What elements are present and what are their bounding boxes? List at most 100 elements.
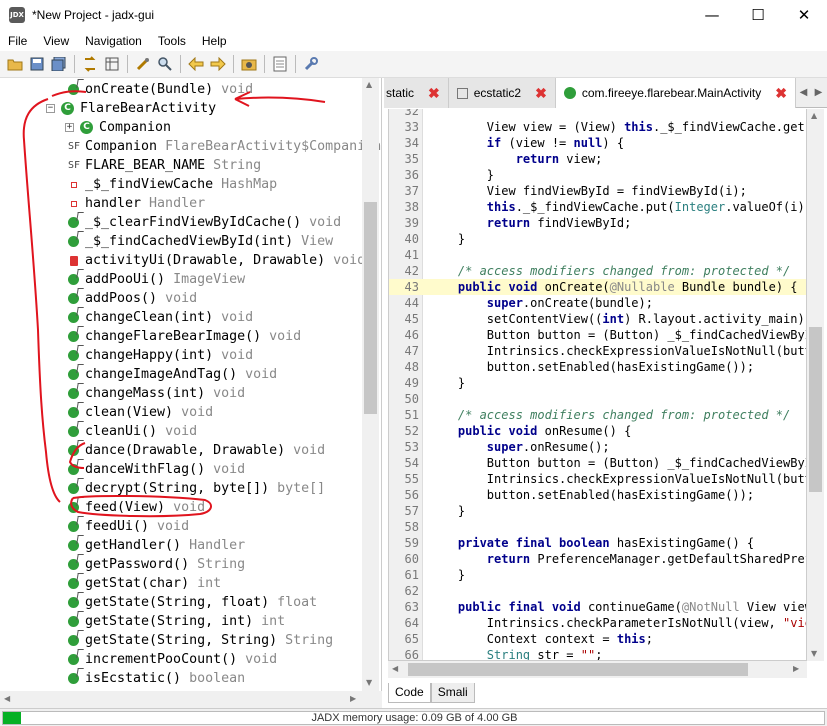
tree-node[interactable]: changeFlareBearImage() void (68, 327, 301, 346)
tree-node-type: void (221, 82, 254, 97)
code-line: 42 /* access modifiers changed from: pro… (389, 263, 806, 279)
toolbar (0, 51, 827, 78)
editor-vertical-scrollbar[interactable]: ▲ ▼ (807, 109, 824, 661)
tree-node-label: _$_findCachedViewById(int) (85, 234, 294, 249)
editor-hscroll-thumb[interactable] (408, 663, 748, 676)
code-line: 59 private final boolean hasExistingGame… (389, 535, 806, 551)
scroll-right-arrow-icon[interactable]: ▶ (350, 694, 356, 703)
menu-navigation[interactable]: Navigation (77, 34, 150, 48)
minimize-button[interactable]: — (689, 0, 735, 30)
tab-mainactivity[interactable]: com.fireeye.flarebear.MainActivity ✖ (555, 78, 796, 108)
scroll-right-arrow-icon[interactable]: ▶ (793, 664, 799, 673)
tree-node[interactable]: getStat(char) int (68, 574, 221, 593)
tab-code[interactable]: Code (388, 683, 431, 703)
tab-scroll-right-icon[interactable]: ▶ (815, 87, 823, 98)
menu-view[interactable]: View (35, 34, 77, 48)
deobfuscation-icon[interactable] (241, 56, 258, 73)
method-icon (68, 502, 79, 513)
tree-node[interactable]: handler Handler (68, 194, 205, 213)
open-icon[interactable] (7, 56, 24, 73)
line-number: 34 (404, 136, 419, 150)
log-icon[interactable] (272, 56, 289, 73)
editor-horizontal-scrollbar[interactable]: ◀ ▶ (388, 661, 807, 678)
sync-icon[interactable] (82, 56, 99, 73)
tree-node[interactable]: − C FlareBearActivity (46, 99, 216, 118)
tree-node[interactable]: _$_findViewCache HashMap (68, 175, 277, 194)
tree-node[interactable]: changeHappy(int) void (68, 346, 253, 365)
tree-vertical-scrollbar[interactable]: ▲ ▼ (362, 78, 379, 691)
tree-node[interactable]: addPooUi() ImageView (68, 270, 245, 289)
tree-node[interactable]: _$_clearFindViewByIdCache() void (68, 213, 341, 232)
tab-ecstatic2[interactable]: ecstatic2 ✖ (448, 78, 556, 108)
preferences-icon[interactable] (303, 56, 320, 73)
editor-scrollbar-thumb[interactable] (809, 327, 822, 492)
tree-node[interactable]: feedUi() void (68, 517, 189, 536)
tree-node[interactable]: addPoos() void (68, 289, 197, 308)
tree-node[interactable]: danceWithFlag() void (68, 460, 245, 479)
decompile-icon[interactable] (135, 56, 152, 73)
tree-node[interactable]: + C Companion (65, 118, 171, 137)
tree-node[interactable]: getPassword() String (68, 555, 245, 574)
tree-node[interactable]: _$_findCachedViewById(int) View (68, 232, 333, 251)
tree-node[interactable]: changeMass(int) void (68, 384, 245, 403)
menu-file[interactable]: File (0, 34, 35, 48)
expand-icon[interactable]: + (65, 123, 74, 132)
tree-node[interactable]: getState(String, int) int (68, 612, 285, 631)
code-line: 34 if (view != null) { (389, 135, 806, 151)
tree-node[interactable]: getState(String, String) String (68, 631, 333, 650)
scroll-up-arrow-icon[interactable]: ▲ (366, 80, 372, 89)
tree-node[interactable]: incrementPooCount() void (68, 650, 277, 669)
tree-node[interactable]: SF Companion FlareBearActivity$Companion (68, 137, 381, 156)
scroll-down-arrow-icon[interactable]: ▼ (366, 678, 372, 687)
code-text: public void onResume() { (457, 424, 632, 438)
scroll-left-arrow-icon[interactable]: ◀ (392, 664, 398, 673)
tree-node[interactable]: getState(String, float) float (68, 593, 317, 612)
tree-node[interactable]: SF FLARE_BEAR_NAME String (68, 156, 261, 175)
back-icon[interactable] (188, 56, 205, 73)
tree-node[interactable]: clean(View) void (68, 403, 213, 422)
tree-node[interactable]: changeClean(int) void (68, 308, 253, 327)
tab-close-icon[interactable]: ✖ (428, 85, 440, 102)
tab-close-icon[interactable]: ✖ (535, 85, 547, 102)
tree-node[interactable]: cleanUi() void (68, 422, 197, 441)
scroll-left-arrow-icon[interactable]: ◀ (4, 694, 10, 703)
tree-horizontal-scrollbar[interactable]: ◀ ▶ (0, 691, 382, 708)
code-line: 49 } (389, 375, 806, 391)
toolbar-separator (295, 55, 296, 73)
save-icon[interactable] (29, 56, 46, 73)
menu-tools[interactable]: Tools (150, 34, 194, 48)
tree-node[interactable]: isEcstatic() boolean (68, 669, 245, 688)
tree-node[interactable]: onCreate(Bundle) void (68, 80, 253, 99)
tree-node-type: void (309, 215, 342, 230)
tree-node-label: dance(Drawable, Drawable) (85, 443, 286, 458)
tree-node[interactable]: getHandler() Handler (68, 536, 245, 555)
code-editor[interactable]: 32 33 View view = (View) this._$_findVie… (388, 109, 807, 661)
collapse-icon[interactable]: − (46, 104, 55, 113)
forward-icon[interactable] (210, 56, 227, 73)
code-text: } (429, 376, 466, 390)
flatten-icon[interactable] (104, 56, 121, 73)
tree-node[interactable]: dance(Drawable, Drawable) void (68, 441, 325, 460)
tab-smali[interactable]: Smali (430, 683, 475, 703)
code-line: 45 setContentView((int) R.layout.activit… (389, 311, 806, 327)
maximize-button[interactable]: ☐ (735, 0, 781, 30)
scroll-down-arrow-icon[interactable]: ▼ (811, 649, 817, 658)
tab-static[interactable]: static ✖ (384, 78, 449, 108)
tree-node[interactable]: changeImageAndTag() void (68, 365, 277, 384)
tree-scrollbar-thumb[interactable] (364, 202, 377, 414)
close-button[interactable]: ✕ (781, 0, 827, 30)
tree-node[interactable]: feed(View) void (68, 498, 205, 517)
save-all-icon[interactable] (51, 56, 68, 73)
tab-close-icon[interactable]: ✖ (775, 85, 787, 102)
tree-node-label: feed(View) (85, 500, 166, 515)
class-icon: C (80, 121, 93, 134)
code-line: 58 (389, 519, 806, 535)
line-number: 35 (404, 152, 419, 166)
menu-help[interactable]: Help (194, 34, 235, 48)
tree-node[interactable]: activityUi(Drawable, Drawable) void (68, 251, 365, 270)
search-icon[interactable] (157, 56, 174, 73)
tab-label: static (386, 86, 415, 100)
tree-node[interactable]: decrypt(String, byte[]) byte[] (68, 479, 325, 498)
scroll-up-arrow-icon[interactable]: ▲ (811, 111, 817, 120)
tab-scroll-left-icon[interactable]: ◀ (800, 87, 808, 98)
